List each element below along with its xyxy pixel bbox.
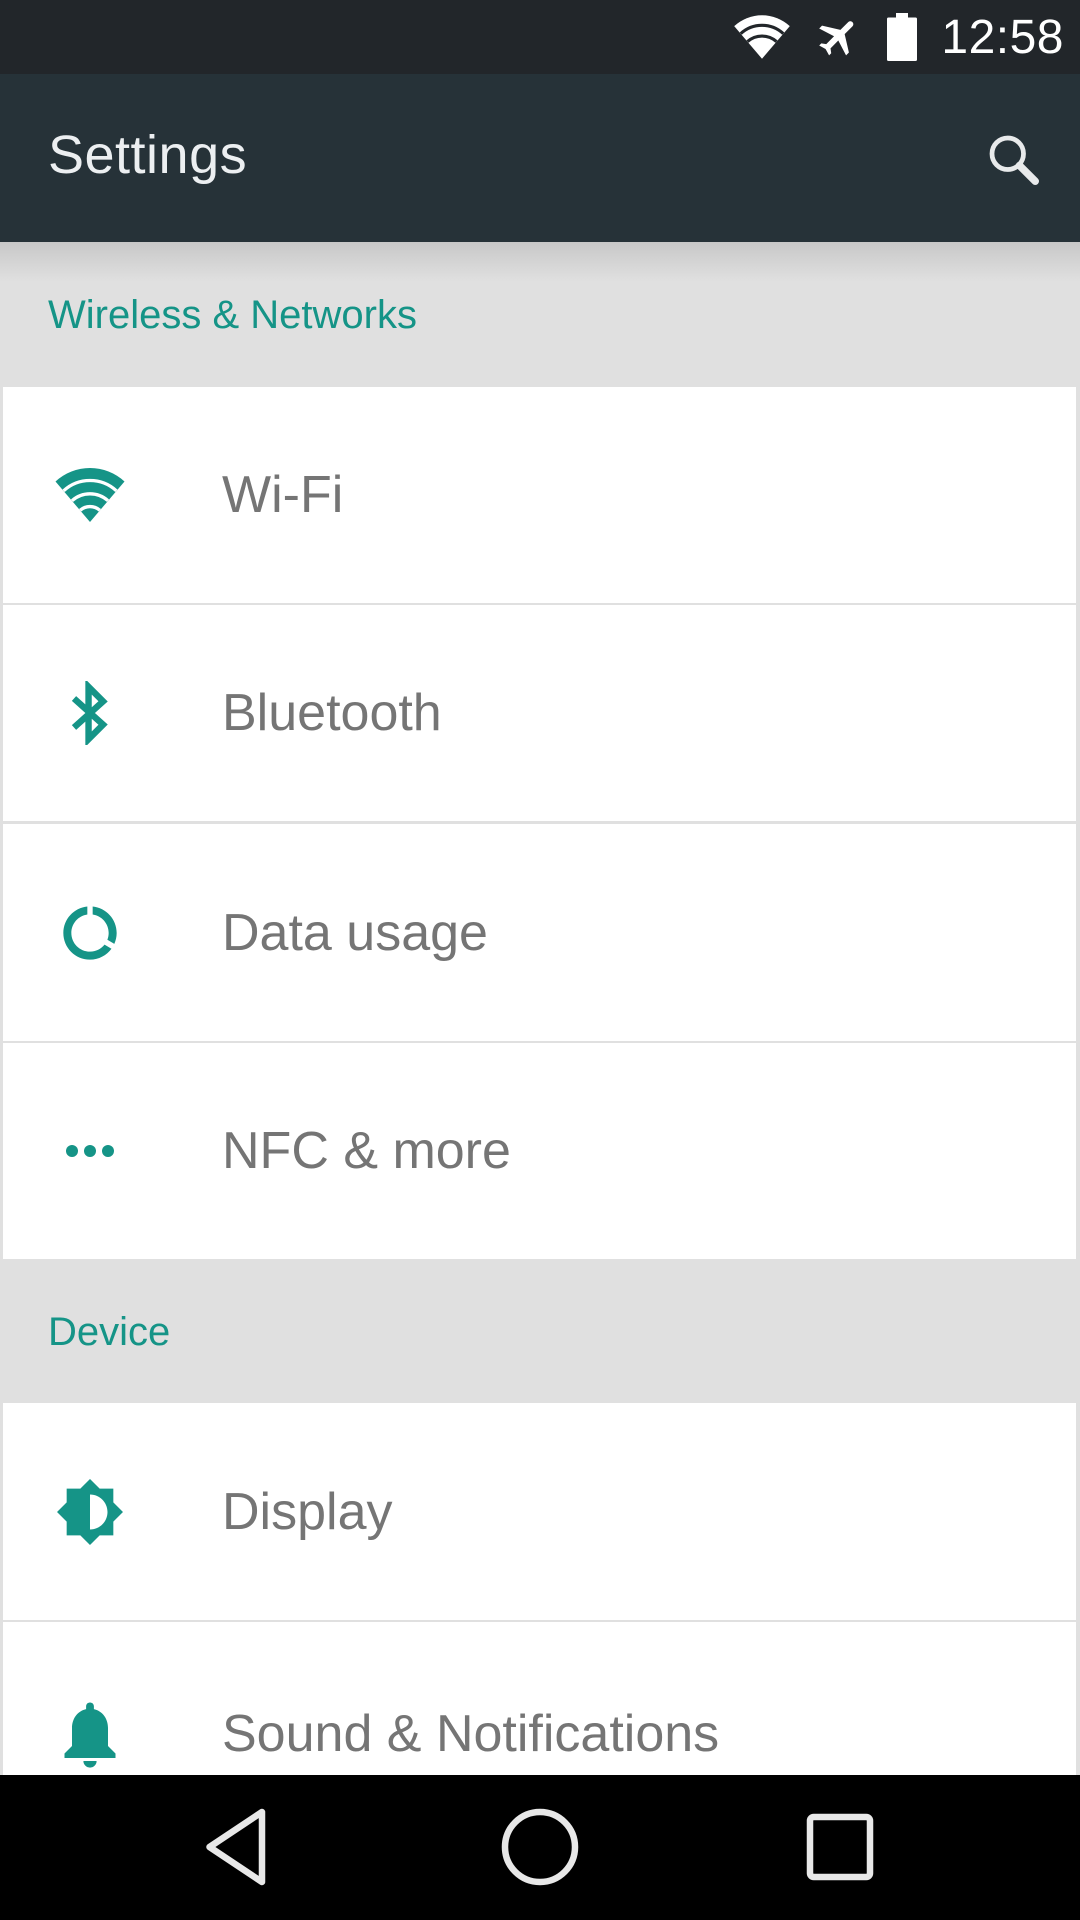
settings-item-display[interactable]: Display	[3, 1403, 1076, 1620]
wifi-icon	[51, 456, 129, 534]
recents-icon	[806, 1813, 874, 1881]
search-button[interactable]	[978, 124, 1050, 196]
back-icon	[206, 1808, 266, 1886]
settings-item-wifi[interactable]: Wi-Fi	[3, 387, 1076, 603]
brightness-icon	[51, 1473, 129, 1551]
status-clock: 12:58	[941, 10, 1064, 64]
home-button[interactable]	[480, 1797, 600, 1897]
app-bar: Settings	[0, 74, 1080, 242]
wifi-icon	[733, 15, 791, 59]
home-icon	[501, 1808, 579, 1886]
settings-item-data-usage[interactable]: Data usage	[3, 824, 1076, 1041]
bluetooth-icon	[51, 674, 129, 752]
settings-item-label: NFC & more	[222, 1122, 511, 1180]
section-header-wireless: Wireless & Networks	[0, 242, 1080, 386]
settings-item-bluetooth[interactable]: Bluetooth	[3, 605, 1076, 821]
section-title: Wireless & Networks	[48, 293, 417, 337]
back-button[interactable]	[177, 1797, 297, 1897]
settings-item-label: Display	[222, 1482, 393, 1541]
battery-icon	[887, 13, 918, 61]
settings-item-nfc-more[interactable]: NFC & more	[3, 1043, 1076, 1259]
section-title: Device	[48, 1310, 171, 1354]
navigation-bar	[0, 1775, 1080, 1920]
settings-item-label: Data usage	[222, 903, 488, 962]
settings-item-label: Bluetooth	[222, 684, 442, 742]
recents-button[interactable]	[780, 1797, 900, 1897]
settings-item-sound-notifications[interactable]: Sound & Notifications	[3, 1622, 1076, 1775]
status-icons: 12:58	[733, 0, 1064, 74]
more-dots-icon	[51, 1112, 129, 1190]
page-title: Settings	[48, 125, 248, 185]
data-usage-icon	[51, 894, 129, 972]
search-icon	[989, 135, 1039, 185]
section-header-device: Device	[0, 1259, 1080, 1403]
settings-item-label: Wi-Fi	[222, 466, 344, 524]
settings-item-label: Sound & Notifications	[222, 1705, 720, 1763]
airplane-mode-icon	[815, 13, 863, 61]
bell-icon	[51, 1695, 129, 1773]
status-bar: 12:58	[0, 0, 1080, 74]
